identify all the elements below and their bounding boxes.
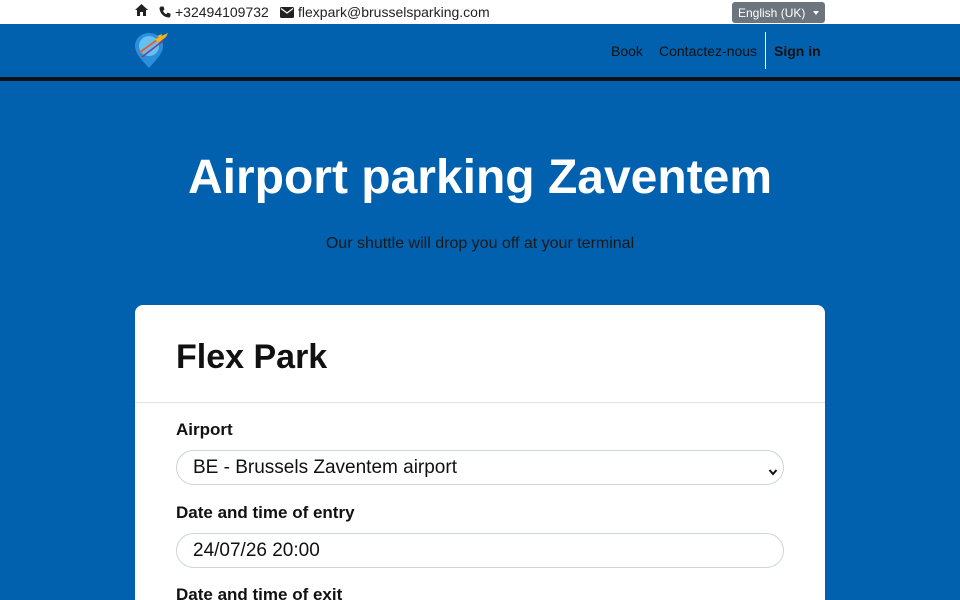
nav-divider (765, 32, 766, 69)
airport-label: Airport (176, 420, 233, 439)
language-dropdown[interactable]: English (UK) (732, 2, 825, 23)
navbar-bottom-border (0, 77, 960, 81)
airport-select-value: BE - Brussels Zaventem airport (193, 456, 457, 478)
nav-link-contact[interactable]: Contactez-nous (659, 43, 757, 59)
card-divider (135, 402, 825, 403)
email-address: flexpark@brusselsparking.com (298, 4, 490, 20)
airplane-pin-logo-icon (135, 33, 168, 68)
caret-down-icon (813, 11, 819, 15)
nav-link-book[interactable]: Book (611, 43, 643, 59)
booking-card: Flex Park Airport BE - Brussels Zaventem… (135, 305, 825, 600)
phone-icon (159, 6, 171, 18)
entry-datetime-input[interactable]: 24/07/26 20:00 (176, 533, 784, 568)
entry-datetime-label: Date and time of entry (176, 503, 355, 522)
nav-link-sign-in[interactable]: Sign in (774, 43, 821, 59)
envelope-icon (280, 6, 294, 18)
home-icon (135, 4, 148, 16)
phone-contact[interactable]: +32494109732 (159, 4, 269, 20)
email-contact[interactable]: flexpark@brusselsparking.com (280, 4, 490, 20)
airport-select[interactable]: BE - Brussels Zaventem airport (176, 450, 784, 485)
hero-subtitle: Our shuttle will drop you off at your te… (325, 235, 635, 252)
page-title: Airport parking Zaventem (187, 151, 773, 204)
home-link[interactable] (135, 4, 148, 16)
logo[interactable] (133, 31, 169, 69)
phone-number: +32494109732 (175, 4, 269, 20)
exit-datetime-label: Date and time of exit (176, 585, 343, 600)
language-label: English (UK) (738, 5, 806, 20)
top-contact-bar: +32494109732 flexpark@brusselsparking.co… (0, 0, 960, 24)
chevron-down-icon (768, 462, 778, 484)
entry-datetime-value: 24/07/26 20:00 (193, 539, 320, 561)
card-title: Flex Park (176, 338, 328, 376)
